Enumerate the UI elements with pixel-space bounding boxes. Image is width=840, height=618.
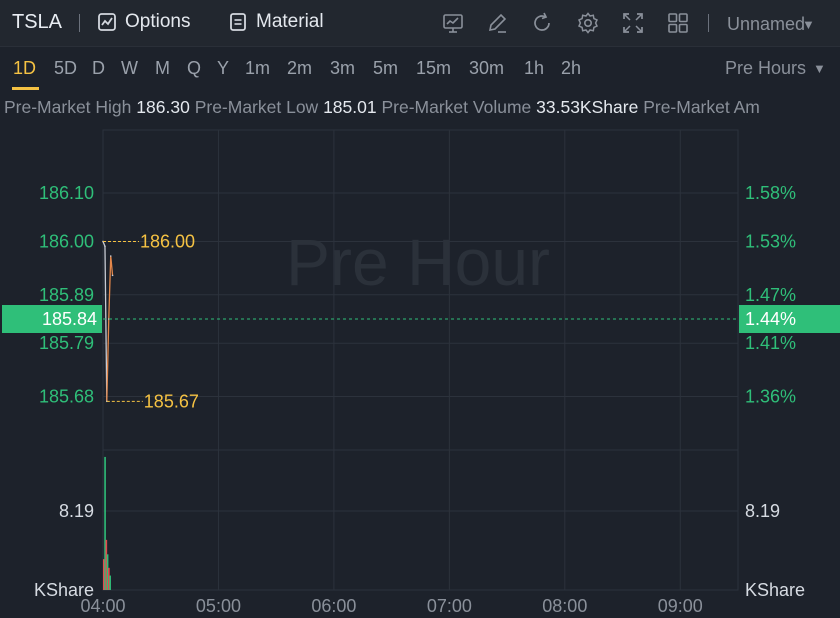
current-price-label: 185.84 bbox=[42, 309, 97, 329]
y-tick-label-percent: 1.53% bbox=[745, 231, 796, 251]
y-tick-label-percent: 1.47% bbox=[745, 285, 796, 305]
current-percent-label: 1.44% bbox=[745, 309, 796, 329]
x-tick-label: 05:00 bbox=[196, 596, 241, 616]
y-tick-label-percent: 1.36% bbox=[745, 387, 796, 407]
price-line-recent bbox=[106, 255, 114, 402]
x-tick-label: 09:00 bbox=[658, 596, 703, 616]
x-axis: 04:00 05:00 06:00 07:00 08:00 09:00 bbox=[80, 596, 702, 616]
price-point bbox=[109, 255, 112, 257]
volume-bar bbox=[109, 575, 111, 590]
y-tick-label: 186.10 bbox=[39, 183, 94, 203]
y-tick-label: 185.68 bbox=[39, 387, 94, 407]
volume-tick-label-right: 8.19 bbox=[745, 501, 780, 521]
chart-grid bbox=[102, 129, 739, 591]
x-tick-label: 08:00 bbox=[542, 596, 587, 616]
plot-frame bbox=[102, 129, 739, 591]
low-annotation-label: 185.67 bbox=[144, 391, 199, 411]
y-tick-label-percent: 1.58% bbox=[745, 183, 796, 203]
volume-bars bbox=[103, 456, 111, 590]
volume-unit-label-right: KShare bbox=[745, 580, 805, 600]
y-tick-label-percent: 1.41% bbox=[745, 333, 796, 353]
price-line bbox=[102, 241, 108, 402]
x-tick-label: 07:00 bbox=[427, 596, 472, 616]
y-tick-label: 185.79 bbox=[39, 333, 94, 353]
price-chart[interactable]: Pre Hour 186.10 186.00 185.89 185.79 185.68 8… bbox=[0, 0, 840, 618]
y-axis-right: 1.58% 1.53% 1.47% 1.41% 1.36% 8.19 KShare bbox=[745, 183, 805, 600]
price-point bbox=[111, 274, 114, 277]
price-series bbox=[102, 240, 114, 403]
x-tick-label: 04:00 bbox=[80, 596, 125, 616]
volume-tick-label: 8.19 bbox=[59, 501, 94, 521]
chart-watermark: Pre Hour bbox=[286, 225, 550, 299]
y-tick-label: 186.00 bbox=[39, 231, 94, 251]
current-price-marker: 185.84 1.44% bbox=[2, 305, 840, 333]
y-axis-left: 186.10186.00185.89185.79185.688.19KShare bbox=[34, 183, 94, 600]
y-tick-label: 185.89 bbox=[39, 285, 94, 305]
high-annotation-label: 186.00 bbox=[140, 231, 195, 251]
high-low-annotations: 186.00 185.67 bbox=[103, 231, 199, 411]
price-point bbox=[104, 245, 106, 248]
x-tick-label: 06:00 bbox=[311, 596, 356, 616]
